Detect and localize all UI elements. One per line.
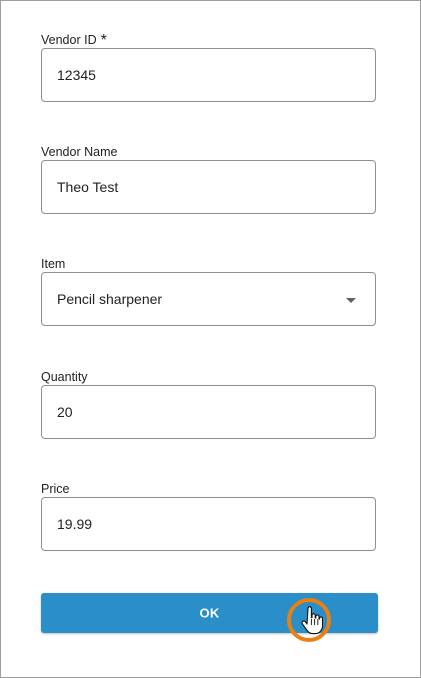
form-panel: Vendor ID * 12345 Vendor Name Theo Test I…: [0, 0, 421, 678]
required-marker: *: [100, 32, 107, 49]
item-select[interactable]: Pencil sharpener: [41, 272, 376, 326]
chevron-down-icon[interactable]: [346, 298, 356, 303]
vendor-name-label: Vendor Name: [41, 145, 118, 159]
item-value: Pencil sharpener: [57, 291, 163, 307]
hand-pointer-icon: [301, 606, 323, 635]
vendor-id-value: 12345: [57, 67, 96, 83]
quantity-value: 20: [57, 404, 73, 420]
vendor-id-label-text: Vendor ID: [41, 33, 97, 47]
item-label: Item: [41, 257, 66, 271]
vendor-name-field[interactable]: Theo Test: [41, 160, 376, 214]
price-label: Price: [41, 482, 70, 496]
quantity-field[interactable]: 20: [41, 385, 376, 439]
price-field[interactable]: 19.99: [41, 497, 376, 551]
price-value: 19.99: [57, 516, 93, 532]
vendor-name-value: Theo Test: [57, 179, 119, 195]
quantity-label: Quantity: [41, 370, 88, 384]
vendor-id-label: Vendor ID *: [41, 32, 107, 49]
vendor-id-field[interactable]: 12345: [41, 48, 376, 102]
